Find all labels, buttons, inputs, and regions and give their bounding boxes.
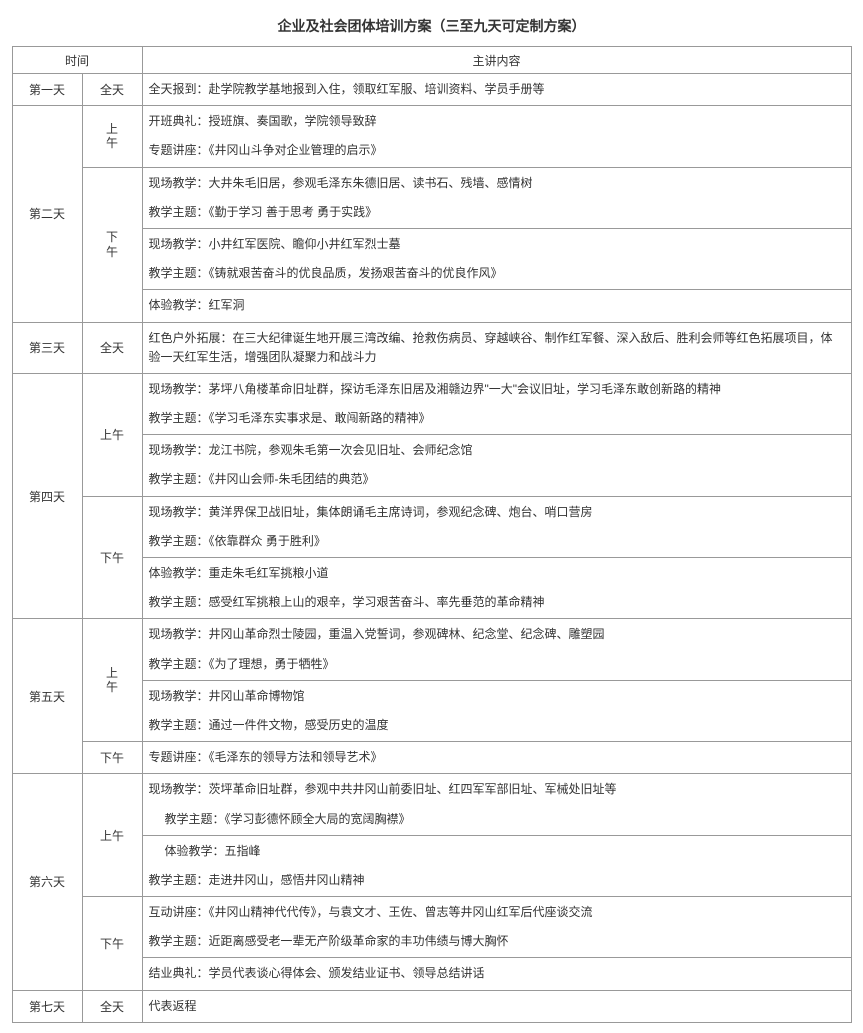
day-label: 第五天	[12, 619, 82, 774]
header-row: 时间 主讲内容	[12, 47, 851, 74]
period-char: 上	[83, 122, 142, 136]
period-char: 上	[83, 666, 142, 680]
content-line: 现场教学：井冈山革命博物馆	[143, 681, 851, 712]
content-line: 教学主题：通过一件件文物，感受历史的温度	[143, 712, 851, 741]
content-line: 教学主题：《勤于学习 善于思考 勇于实践》	[143, 199, 851, 228]
table-row: 第五天 上 午 现场教学：井冈山革命烈士陵园，重温入党誓词，参观碑林、纪念堂、纪…	[12, 619, 851, 680]
period-label: 上午	[82, 774, 142, 897]
period-char: 午	[83, 245, 142, 259]
header-time: 时间	[12, 47, 142, 74]
day-label: 第一天	[12, 74, 82, 106]
content-line: 教学主题：感受红军挑粮上山的艰辛，学习艰苦奋斗、率先垂范的革命精神	[143, 589, 851, 618]
document-title: 企业及社会团体培训方案（三至九天可定制方案）	[10, 10, 853, 46]
content-line: 教学主题：走进井冈山，感悟井冈山精神	[143, 867, 851, 896]
period-label: 全天	[82, 990, 142, 1022]
table-row: 下午 现场教学：黄洋界保卫战旧址，集体朗诵毛主席诗词，参观纪念碑、炮台、哨口营房…	[12, 496, 851, 557]
period-label: 上 午	[82, 106, 142, 167]
period-label: 下午	[82, 496, 142, 619]
content-line: 全天报到：赴学院教学基地报到入住，领取红军服、培训资料、学员手册等	[143, 74, 851, 105]
content-line: 现场教学：小井红军医院、瞻仰小井红军烈士墓	[143, 229, 851, 260]
schedule-table: 时间 主讲内容 第一天 全天 全天报到：赴学院教学基地报到入住，领取红军服、培训…	[12, 46, 852, 1023]
content-line: 现场教学：大井朱毛旧居，参观毛泽东朱德旧居、读书石、残墙、感情树	[143, 168, 851, 199]
table-row: 第三天 全天 红色户外拓展：在三大纪律诞生地开展三湾改编、抢救伤病员、穿越峡谷、…	[12, 322, 851, 373]
content-line: 专题讲座：《井冈山斗争对企业管理的启示》	[143, 137, 851, 166]
day-label: 第六天	[12, 774, 82, 990]
content-line: 结业典礼：学员代表谈心得体会、颁发结业证书、领导总结讲话	[143, 958, 851, 989]
table-row: 第二天 上 午 开班典礼：授班旗、奏国歌，学院领导致辞 专题讲座：《井冈山斗争对…	[12, 106, 851, 167]
content-line: 体验教学：重走朱毛红军挑粮小道	[143, 558, 851, 589]
table-row: 第四天 上午 现场教学：茅坪八角楼革命旧址群，探访毛泽东旧居及湘赣边界"一大"会…	[12, 373, 851, 434]
table-row: 下 午 现场教学：大井朱毛旧居，参观毛泽东朱德旧居、读书石、残墙、感情树 教学主…	[12, 167, 851, 228]
header-content: 主讲内容	[142, 47, 851, 74]
content-line: 现场教学：黄洋界保卫战旧址，集体朗诵毛主席诗词，参观纪念碑、炮台、哨口营房	[143, 497, 851, 528]
period-char: 下	[83, 230, 142, 244]
content-line: 代表返程	[143, 991, 851, 1022]
content-line: 体验教学：五指峰	[143, 836, 851, 867]
content-line: 现场教学：龙江书院，参观朱毛第一次会见旧址、会师纪念馆	[143, 435, 851, 466]
period-char: 午	[83, 136, 142, 150]
content-line: 开班典礼：授班旗、奏国歌，学院领导致辞	[143, 106, 851, 137]
table-row: 下午 互动讲座：《井冈山精神代代传》，与袁文才、王佐、曾志等井冈山红军后代座谈交…	[12, 897, 851, 958]
table-row: 第七天 全天 代表返程	[12, 990, 851, 1022]
content-line: 红色户外拓展：在三大纪律诞生地开展三湾改编、抢救伤病员、穿越峡谷、制作红军餐、深…	[143, 323, 851, 373]
content-line: 体验教学：红军洞	[143, 290, 851, 321]
content-line: 教学主题：《井冈山会师-朱毛团结的典范》	[143, 466, 851, 495]
content-line: 教学主题：《为了理想，勇于牺牲》	[143, 651, 851, 680]
content-line: 教学主题：《学习彭德怀顾全大局的宽阔胸襟》	[143, 806, 851, 835]
period-label: 下午	[82, 742, 142, 774]
period-label: 上午	[82, 373, 142, 496]
day-label: 第二天	[12, 106, 82, 322]
table-row: 下午 专题讲座：《毛泽东的领导方法和领导艺术》	[12, 742, 851, 774]
content-line: 教学主题：《学习毛泽东实事求是、敢闯新路的精神》	[143, 405, 851, 434]
table-row: 第六天 上午 现场教学：茨坪革命旧址群，参观中共井冈山前委旧址、红四军军部旧址、…	[12, 774, 851, 835]
day-label: 第四天	[12, 373, 82, 619]
content-line: 教学主题：近距离感受老一辈无产阶级革命家的丰功伟绩与博大胸怀	[143, 928, 851, 957]
content-line: 教学主题：《依靠群众 勇于胜利》	[143, 528, 851, 557]
table-row: 第一天 全天 全天报到：赴学院教学基地报到入住，领取红军服、培训资料、学员手册等	[12, 74, 851, 106]
period-label: 下 午	[82, 167, 142, 322]
day-label: 第七天	[12, 990, 82, 1022]
period-label: 全天	[82, 322, 142, 373]
period-label: 下午	[82, 897, 142, 991]
period-char: 午	[83, 680, 142, 694]
content-line: 互动讲座：《井冈山精神代代传》，与袁文才、王佐、曾志等井冈山红军后代座谈交流	[143, 897, 851, 928]
content-line: 现场教学：茅坪八角楼革命旧址群，探访毛泽东旧居及湘赣边界"一大"会议旧址，学习毛…	[143, 374, 851, 405]
content-line: 现场教学：井冈山革命烈士陵园，重温入党誓词，参观碑林、纪念堂、纪念碑、雕塑园	[143, 619, 851, 650]
content-line: 教学主题：《铸就艰苦奋斗的优良品质，发扬艰苦奋斗的优良作风》	[143, 260, 851, 289]
content-line: 专题讲座：《毛泽东的领导方法和领导艺术》	[143, 742, 851, 773]
period-label: 全天	[82, 74, 142, 106]
period-label: 上 午	[82, 619, 142, 742]
day-label: 第三天	[12, 322, 82, 373]
content-line: 现场教学：茨坪革命旧址群，参观中共井冈山前委旧址、红四军军部旧址、军械处旧址等	[143, 774, 851, 805]
